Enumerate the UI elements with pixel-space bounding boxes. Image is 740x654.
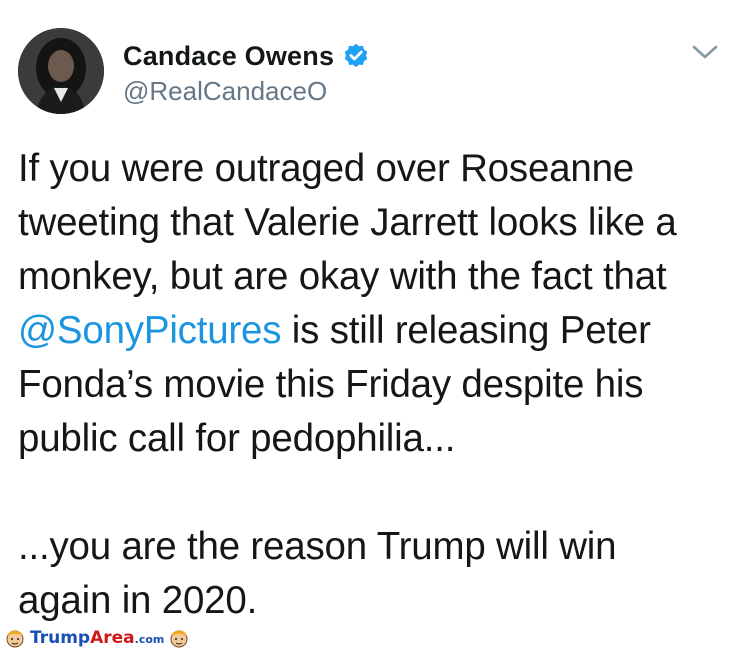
avatar[interactable] xyxy=(18,28,104,114)
author-name-row: Candace Owens xyxy=(123,39,370,73)
tweet-line: public call for pedophilia... xyxy=(18,417,456,460)
watermark: TrumpArea.com xyxy=(4,626,190,650)
mention-link[interactable]: @SonyPictures xyxy=(18,309,282,352)
cartoon-face-icon xyxy=(168,627,190,649)
profile-photo-icon xyxy=(18,28,104,114)
tweet-line: Fonda’s movie this Friday despite his xyxy=(18,363,644,406)
chevron-down-icon[interactable] xyxy=(690,40,720,64)
tweet-text: If you were outraged over Roseanne tweet… xyxy=(18,142,730,628)
watermark-text: TrumpArea.com xyxy=(30,628,164,648)
tweet-line: again in 2020. xyxy=(18,579,258,622)
tweet-line: If you were outraged over Roseanne xyxy=(18,147,635,190)
verified-badge-icon xyxy=(342,42,370,70)
watermark-part-com: .com xyxy=(134,633,165,646)
author-display-name[interactable]: Candace Owens xyxy=(123,41,334,72)
tweet-line: monkey, but are okay with the fact that xyxy=(18,255,667,298)
tweet-line-rest: is still releasing Peter xyxy=(281,309,651,352)
tweet-line: @SonyPictures is still releasing Peter xyxy=(18,304,730,358)
watermark-part-area: Area xyxy=(90,628,135,648)
tweet-line: ...you are the reason Trump will win xyxy=(18,525,617,568)
tweet-line: tweeting that Valerie Jarrett looks like… xyxy=(18,201,677,244)
author-handle[interactable]: @RealCandaceO xyxy=(123,76,327,107)
cartoon-face-icon xyxy=(4,627,26,649)
watermark-part-trump: Trump xyxy=(30,628,91,648)
